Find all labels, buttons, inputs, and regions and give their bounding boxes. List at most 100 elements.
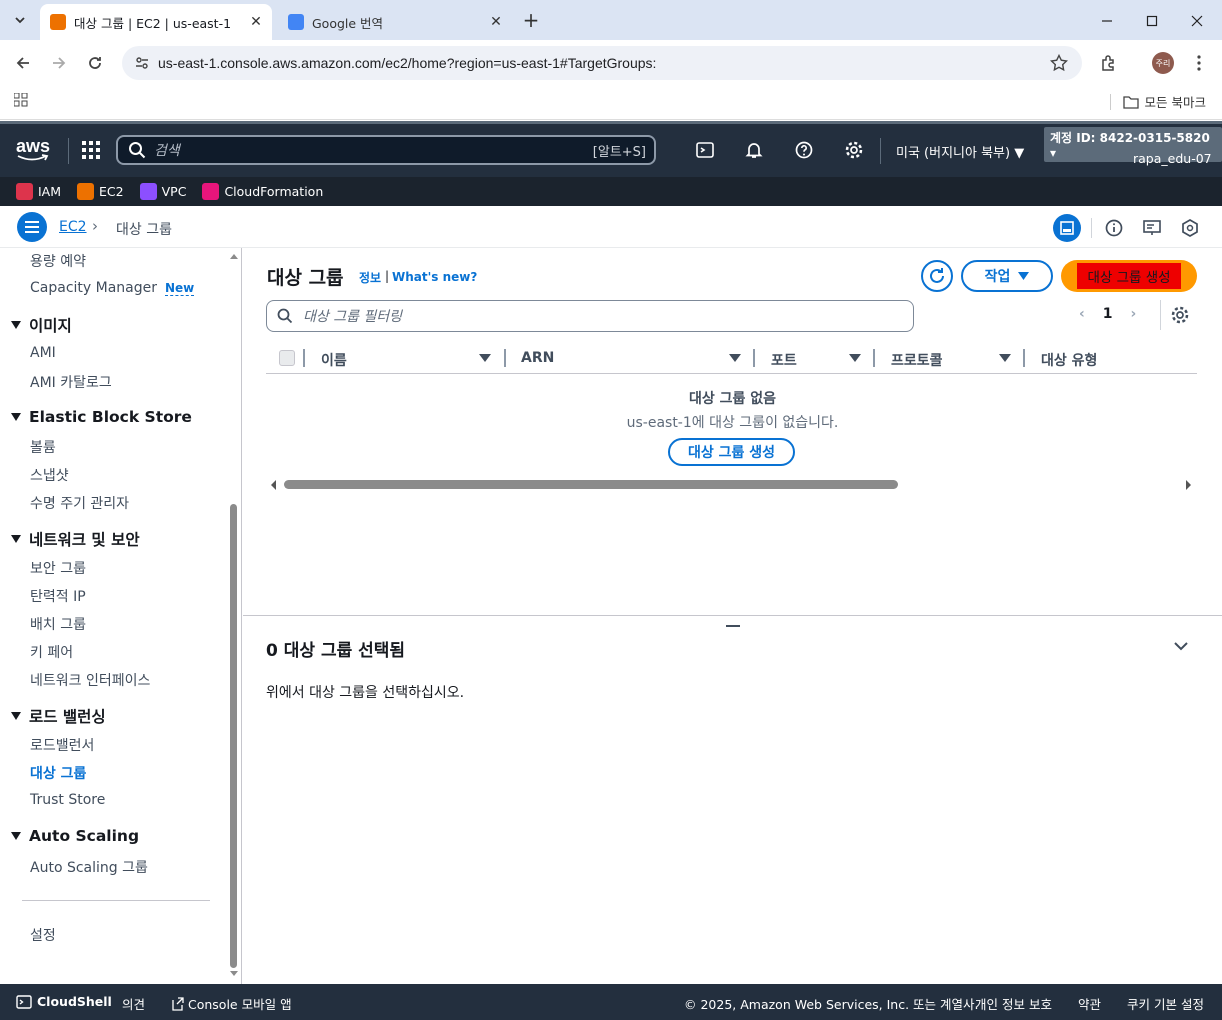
sidebar-item-ami-catalog[interactable]: AMI 카탈로그 [30,372,112,392]
chevron-down-icon[interactable] [1173,640,1189,656]
info-icon[interactable] [1100,214,1128,242]
console-footer: CloudShell 의견 Console 모바일 앱 © 2025, Amaz… [0,984,1222,1020]
sort-caret-icon[interactable] [999,354,1011,362]
all-bookmarks[interactable]: 모든 북마크 [1109,92,1206,111]
bookmark-star-icon[interactable] [1049,53,1069,76]
sidebar-item-lifecycle-manager[interactable]: 수명 주기 관리자 [30,493,129,513]
column-header-name[interactable]: 이름 [321,350,347,370]
maximize-icon[interactable] [1141,10,1163,32]
bookmarks-bar: 모든 북마크 [0,86,1222,120]
region-selector[interactable]: 미국 (버지니아 북부) ▼ [896,142,1024,161]
extensions-icon[interactable] [1098,52,1120,74]
close-tab-icon[interactable]: ✕ [246,12,266,32]
global-search-input[interactable]: 검색 [알트+S] [116,135,656,165]
sidebar-item-placement-groups[interactable]: 배치 그룹 [30,614,86,634]
sidebar-item-key-pairs[interactable]: 키 페어 [30,642,73,662]
info-link[interactable]: 정보 [359,269,381,286]
apps-grid-icon[interactable] [13,92,28,111]
select-all-checkbox[interactable] [279,350,295,366]
close-tab-icon[interactable]: ✕ [486,12,506,32]
scroll-up-icon[interactable] [229,252,239,260]
side-nav-toggle-icon[interactable] [17,212,47,242]
actions-button[interactable]: 작업 [961,260,1053,292]
sidebar-item-network-interfaces[interactable]: 네트워크 인터페이스 [30,670,150,690]
scroll-left-icon[interactable] [271,480,276,490]
help-icon[interactable] [793,139,815,161]
favorite-cloudformation[interactable]: CloudFormation [202,183,323,200]
table-horizontal-scrollbar[interactable] [284,480,898,489]
cloudshell-icon[interactable] [694,139,716,161]
column-header-port[interactable]: 포트 [771,350,797,370]
sidebar-item-capacity-reservations[interactable]: 용량 예약 [30,251,86,271]
create-label: 대상 그룹 생성 [1077,263,1181,289]
footer-mobile-app[interactable]: Console 모바일 앱 [172,994,292,1013]
sort-caret-icon[interactable] [729,354,741,362]
sidebar-item-settings[interactable]: 설정 [30,925,56,945]
scroll-right-icon[interactable] [1186,480,1191,490]
page-number[interactable]: 1 [1103,306,1113,322]
split-panel-icon[interactable] [1053,214,1081,242]
sidebar-scroll-thumb[interactable] [230,504,237,968]
sidebar-item-trust-stores[interactable]: Trust Store [30,792,105,808]
next-page-icon[interactable]: › [1131,306,1137,322]
tab-ec2-target-groups[interactable]: 대상 그룹 | EC2 | us-east-1 ✕ [40,4,272,40]
security-hex-icon[interactable] [1176,214,1204,242]
whats-new-link[interactable]: What's new? [392,270,477,284]
aws-logo[interactable]: aws [16,136,50,162]
sidebar-item-elastic-ips[interactable]: 탄력적 IP [30,586,86,606]
sidebar-item-auto-scaling-groups[interactable]: Auto Scaling 그룹 [30,857,148,877]
notifications-bell-icon[interactable] [743,139,765,161]
sidebar-item-volumes[interactable]: 볼륨 [30,437,56,457]
settings-gear-icon[interactable] [843,139,865,161]
new-tab-button[interactable]: + [520,10,542,32]
target-group-filter-input[interactable]: 대상 그룹 필터링 [266,300,914,332]
scroll-down-icon[interactable] [229,970,239,978]
tutorial-panel-icon[interactable] [1138,214,1166,242]
empty-create-target-group-button[interactable]: 대상 그룹 생성 [668,438,795,466]
services-grid-icon[interactable] [80,139,102,161]
footer-terms[interactable]: 약관 [1078,994,1101,1013]
column-header-arn[interactable]: ARN [521,350,554,366]
footer-feedback[interactable]: 의견 [122,994,145,1013]
sidebar-scrollbar[interactable] [228,248,240,984]
create-target-group-button[interactable]: 대상 그룹 생성 [1061,260,1197,292]
sidebar-item-security-groups[interactable]: 보안 그룹 [30,558,86,578]
sidebar-item-target-groups[interactable]: 대상 그룹 [30,763,86,783]
sidebar-item-load-balancers[interactable]: 로드밸런서 [30,735,94,755]
favorite-iam[interactable]: IAM [16,183,61,200]
refresh-button[interactable] [921,260,953,292]
favorite-vpc[interactable]: VPC [139,183,186,200]
close-window-icon[interactable] [1186,10,1208,32]
sort-caret-icon[interactable] [479,354,491,362]
sidebar-section-images[interactable]: 이미지 [11,314,72,336]
column-header-protocol[interactable]: 프로토콜 [891,350,943,370]
sidebar-item-ami[interactable]: AMI [30,345,56,361]
back-icon[interactable] [12,52,34,74]
sidebar-item-capacity-manager[interactable]: Capacity Manager New [30,280,195,296]
footer-cookies[interactable]: 쿠키 기본 설정 [1127,994,1204,1013]
tab-google-translate[interactable]: Google 번역 ✕ [278,4,512,40]
minimize-icon[interactable] [1096,10,1118,32]
footer-cloudshell[interactable]: CloudShell [16,994,112,1009]
url-bar[interactable]: us-east-1.console.aws.amazon.com/ec2/hom… [122,46,1082,80]
reload-icon[interactable] [84,52,106,74]
favorite-ec2[interactable]: EC2 [77,183,124,200]
sidebar-section-ebs[interactable]: Elastic Block Store [11,408,192,426]
footer-privacy[interactable]: 개인 정보 보호 [975,994,1052,1013]
browser-menu-icon[interactable] [1188,52,1210,74]
breadcrumb-ec2-link[interactable]: EC2 [59,219,87,235]
site-info-icon[interactable] [134,55,150,75]
address-row: us-east-1.console.aws.amazon.com/ec2/hom… [0,40,1222,86]
sort-caret-icon[interactable] [849,354,861,362]
table-preferences-gear-icon[interactable] [1171,306,1189,328]
sidebar-section-auto-scaling[interactable]: Auto Scaling [11,827,139,845]
sidebar-item-snapshots[interactable]: 스냅샷 [30,465,69,485]
profile-avatar[interactable]: 주리 [1152,52,1174,74]
previous-page-icon[interactable]: ‹ [1079,306,1085,322]
forward-icon[interactable] [48,52,70,74]
column-header-target-type[interactable]: 대상 유형 [1041,350,1097,370]
sidebar-section-load-balancing[interactable]: 로드 밸런싱 [11,705,106,727]
sidebar-section-network-security[interactable]: 네트워크 및 보안 [11,528,140,550]
split-panel-drag-handle[interactable] [726,625,740,627]
tab-search-icon[interactable] [8,8,32,32]
